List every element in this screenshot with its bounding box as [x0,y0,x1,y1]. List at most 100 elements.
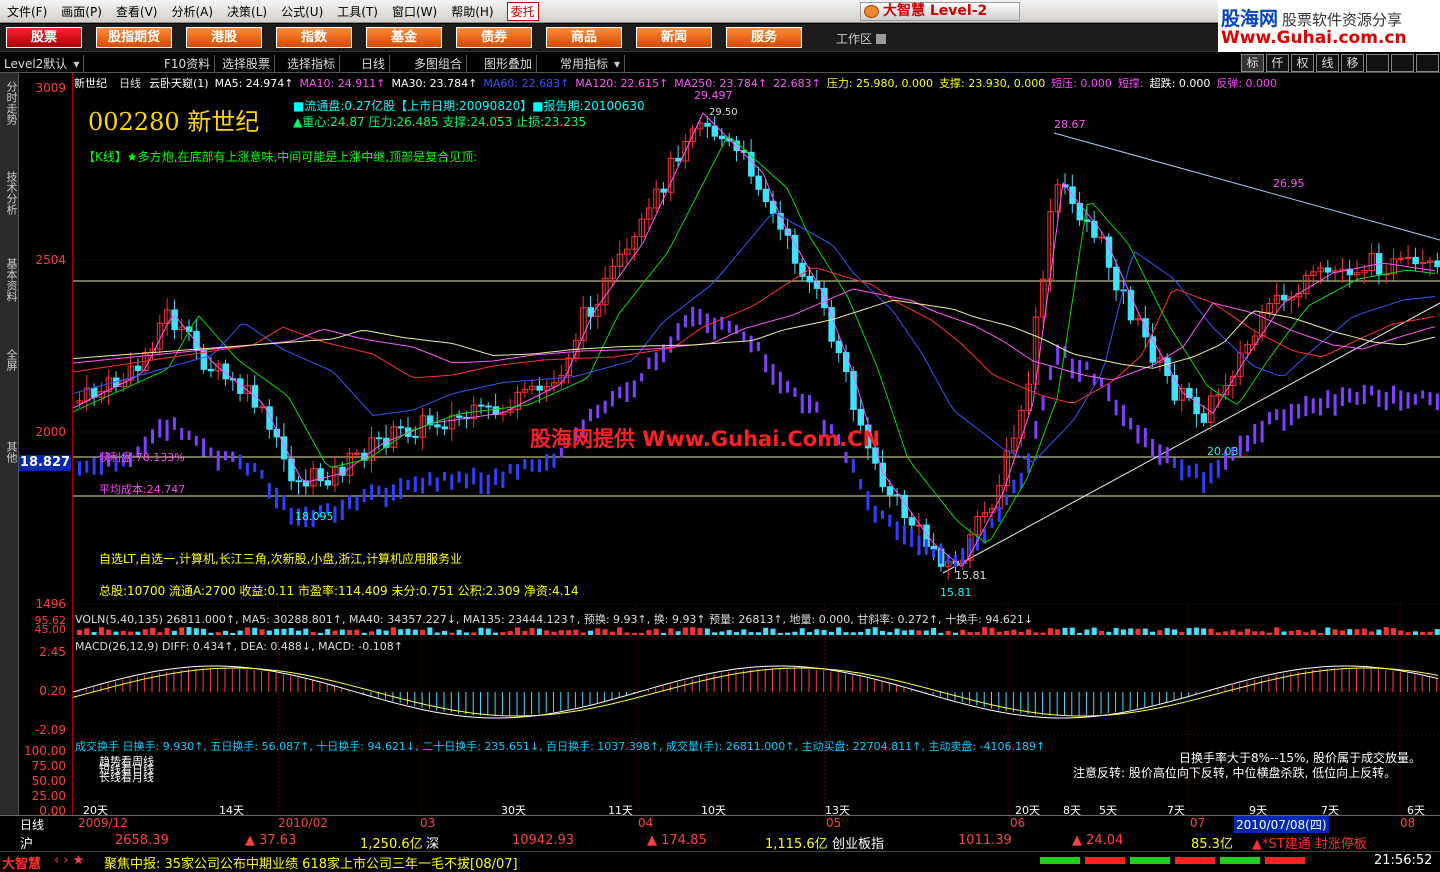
cursor-date: 2010/07/08(四) [1234,816,1329,833]
period-label[interactable]: 日线 [20,816,44,833]
side-tab[interactable]: 分时走势 [1,81,18,125]
side-tab[interactable]: 技术分析 [1,171,18,215]
candle-body [91,387,98,398]
chip-bar [1333,394,1337,416]
menu-item[interactable]: 分析(A) [164,3,220,20]
volume-bar [1434,629,1440,635]
chip-bar [1165,447,1169,464]
menu-item[interactable]: 文件(F) [0,3,54,20]
volume-bar [631,632,637,635]
right-tool-button[interactable]: 标 [1241,54,1264,72]
chip-bar [1355,391,1359,405]
chip-bar [713,317,717,340]
right-tool-button[interactable] [1366,54,1389,72]
macd-tick: 2.45 [39,645,66,659]
volume-bar [1288,631,1294,635]
market-breadth-bar [1175,857,1215,864]
dropdown-icon [876,34,887,44]
chip-bar [1348,388,1352,403]
toolbar-item[interactable]: 常用指标 ▾ [560,55,626,72]
toolbar-item[interactable]: 选择指标 [287,55,341,72]
nav-tab[interactable]: 债券 [456,27,532,48]
chip-bar [756,341,760,351]
volume-bar [405,628,411,635]
right-tool-button[interactable] [1416,54,1439,72]
nav-tab[interactable]: 商品 [546,27,622,48]
volume-bar [1018,631,1024,635]
toolbar-item[interactable]: 选择股票 [222,55,276,72]
right-tool-button[interactable]: 线 [1316,54,1339,72]
chip-bar [1027,453,1030,474]
month-label: 06 [1010,816,1026,830]
nav-tab[interactable]: 新闻 [636,27,712,48]
chip-bar [1319,398,1322,416]
nav-tab[interactable]: 股票 [6,27,82,48]
side-tab[interactable]: 全屏 [1,349,18,371]
volume-bar [471,632,477,635]
entrust-button[interactable]: 委托 [506,1,539,21]
volume-bar [1215,632,1221,635]
candle-body [456,415,463,418]
toolbar-item[interactable]: 图形叠加 [484,55,538,72]
chip-bar [362,488,366,503]
chip-bar [158,419,162,438]
ma-value: 22.683↑ [773,77,821,90]
right-tool-button[interactable]: 仟 [1266,54,1289,72]
nav-tab[interactable]: 指数 [276,27,352,48]
nav-tab[interactable]: 服务 [726,27,802,48]
toolbar-item[interactable]: Level2默认 ▾ [4,55,85,72]
toolbar-item[interactable]: F10资料 [164,55,216,72]
volume-bar [624,632,630,635]
side-tab[interactable]: 其他 [1,441,18,463]
chip-bar [516,464,519,480]
candle-body [485,405,492,408]
stock-code: 002280 [88,108,180,136]
menu-item[interactable]: 决策(L) [220,3,274,20]
volume-bar [288,628,294,635]
volume-bar [828,631,834,635]
candle-body [412,435,419,438]
chip-bar [1246,435,1249,452]
toolbar-label: 常用指标 [560,57,609,71]
right-tool-button[interactable]: 移 [1341,54,1364,72]
menu-item[interactable]: 公式(U) [274,3,330,20]
nav-tab[interactable]: 基金 [366,27,442,48]
right-tool-button[interactable] [1391,54,1414,72]
candle-body [536,385,543,391]
chip-bar [202,438,206,457]
volume-bar [1172,629,1177,635]
toolbar-item[interactable]: 日线 [361,55,391,72]
ticker-nav-icon[interactable]: ‹ › ★ [54,853,84,868]
chip-bar [406,480,410,490]
candle-body [280,436,288,460]
candle-body [259,406,266,409]
volume-bar [493,632,499,635]
menu-item[interactable]: 工具(T) [330,3,385,20]
center-info: ▲重心:24.87 压力:26.485 支撑:24.053 止损:23.235 [293,115,587,129]
chip-bar [640,373,644,382]
volume-bar [434,632,440,635]
nav-tab[interactable]: 港股 [186,27,262,48]
volume-bar [697,628,703,635]
ticker-text[interactable]: 聚焦中报: 35家公司公布中期业绩 618家上市公司三年一毛不拔[08/07] [104,853,518,872]
volume-bar [953,632,958,635]
toolbar-item[interactable]: 多图组合 [414,55,468,72]
chip-bar [1370,385,1374,396]
chip-bar [537,459,541,473]
workspace-menu[interactable]: 工作区 [836,30,887,47]
menu-item[interactable]: 窗口(W) [385,3,444,20]
volume-bar [1193,627,1199,635]
menu-item[interactable]: 查看(V) [109,3,165,20]
guhai-title-row: 股海网 股票软件资源分享 [1221,4,1402,31]
chip-bar [1056,344,1060,365]
menu-item[interactable]: 画面(P) [54,3,109,20]
menu-item[interactable]: 帮助(H) [444,3,500,20]
nav-tab[interactable]: 股指期货 [96,27,172,48]
chip-bar [1421,390,1425,399]
market-breadth-bar [1040,857,1080,864]
right-tool-button[interactable]: 权 [1291,54,1314,72]
volume-bar [785,632,791,635]
side-tab[interactable]: 基本资料 [1,258,18,302]
stock-blocks: 自选LT,自选一,计算机,长江三角,次新股,小盘,浙江,计算机应用服务业 [99,552,463,566]
volume-bar [120,630,126,635]
